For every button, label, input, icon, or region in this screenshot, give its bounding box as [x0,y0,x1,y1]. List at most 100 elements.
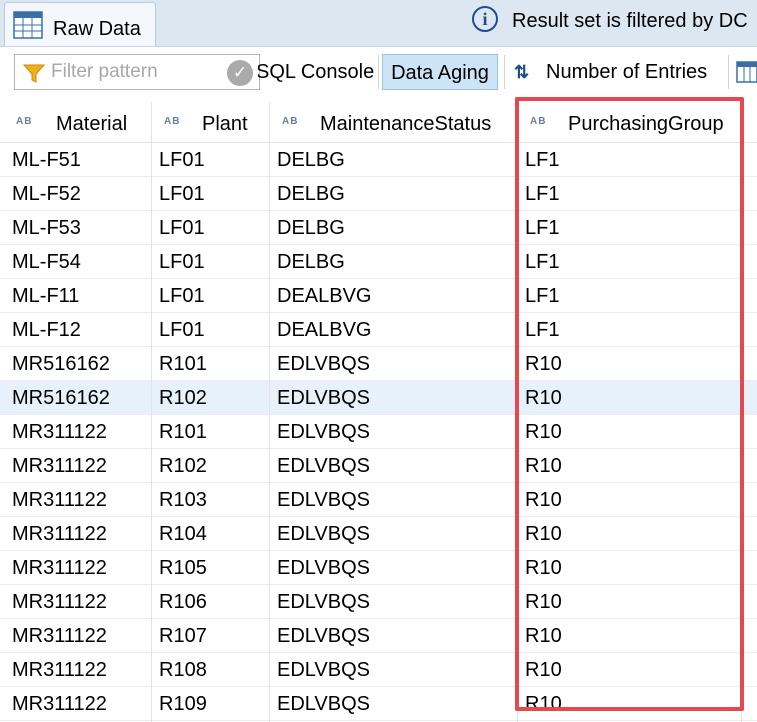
table-row[interactable]: MR311122 R103 EDLVBQS R10 [0,483,757,517]
sql-console-button[interactable]: SQL Console [258,54,374,90]
filter-box: ✓ [14,54,260,90]
table-row[interactable]: ML-F53 LF01 DELBG LF1 [0,211,757,245]
cell-maintenance-status: EDLVBQS [277,387,370,409]
table-row[interactable]: MR311122 R109 EDLVBQS R10 [0,687,757,721]
column-header-label: Material [56,113,128,135]
cell-plant: R102 [159,387,207,409]
cell-purchasing-group: R10 [525,523,562,545]
column-header-label: Plant [202,113,248,135]
number-of-entries-button[interactable]: ⇅ Number of Entries [510,54,720,90]
cell-plant: R101 [159,421,207,443]
cell-material: ML-F12 [12,319,81,341]
column-header-purchasing-group[interactable]: AB PurchasingGroup [518,102,742,142]
cell-material: MR311122 [12,557,107,579]
cell-material: MR311122 [12,659,107,681]
table-view-icon[interactable] [736,61,757,83]
tab-label: Raw Data [53,18,141,40]
table-row[interactable]: MR311122 R106 EDLVBQS R10 [0,585,757,619]
table-row[interactable]: MR311122 R108 EDLVBQS R10 [0,653,757,687]
cell-material: ML-F52 [12,183,81,205]
cell-plant: LF01 [159,319,205,341]
column-header-label: MaintenanceStatus [320,113,492,135]
cell-maintenance-status: DELBG [277,251,345,273]
cell-material: MR311122 [12,455,107,477]
table-row[interactable]: MR516162 R101 EDLVBQS R10 [0,347,757,381]
cell-plant: R103 [159,489,207,511]
apply-filter-check-icon[interactable]: ✓ [227,60,253,86]
cell-plant: LF01 [159,251,205,273]
table-row[interactable]: ML-F12 LF01 DEALBVG LF1 [0,313,757,347]
filter-info-message: i Result set is filtered by DC [472,6,757,36]
cell-material: MR516162 [12,387,110,409]
cell-plant: R104 [159,523,207,545]
table-row[interactable]: ML-F11 LF01 DEALBVG LF1 [0,279,757,313]
table-row[interactable]: MR311122 R105 EDLVBQS R10 [0,551,757,585]
cell-plant: R108 [159,659,207,681]
info-icon: i [472,6,498,32]
cell-maintenance-status: EDLVBQS [277,489,370,511]
column-divider [741,142,742,722]
table-header: AB Material AB Plant AB MaintenanceStatu… [0,102,757,143]
cell-purchasing-group: R10 [525,455,562,477]
cell-maintenance-status: EDLVBQS [277,591,370,613]
data-aging-button[interactable]: Data Aging [382,54,498,90]
cell-maintenance-status: EDLVBQS [277,421,370,443]
cell-maintenance-status: EDLVBQS [277,523,370,545]
cell-plant: LF01 [159,217,205,239]
tab-raw-data[interactable]: Raw Data [4,2,156,46]
string-type-icon: AB [282,116,299,127]
cell-plant: R106 [159,591,207,613]
sort-entries-icon: ⇅ [514,62,530,82]
column-header-maintenance-status[interactable]: AB MaintenanceStatus [270,102,518,142]
cell-purchasing-group: R10 [525,591,562,613]
table-row[interactable]: MR311122 R104 EDLVBQS R10 [0,517,757,551]
cell-maintenance-status: DELBG [277,183,345,205]
cell-purchasing-group: R10 [525,693,562,715]
cell-plant: R101 [159,353,207,375]
cell-maintenance-status: EDLVBQS [277,659,370,681]
toolbar-separator [504,55,505,89]
toolbar: ✓ SQL Console Data Aging ⇅ Number of Ent… [0,47,757,101]
cell-material: MR516162 [12,353,110,375]
number-of-entries-label: Number of Entries [546,61,708,83]
cell-maintenance-status: DELBG [277,217,345,239]
filter-pattern-input[interactable] [51,60,219,84]
cell-plant: LF01 [159,183,205,205]
sql-console-label: SQL Console [258,61,374,83]
cell-maintenance-status: EDLVBQS [277,693,370,715]
table-row[interactable]: MR311122 R107 EDLVBQS R10 [0,619,757,653]
cell-material: ML-F53 [12,217,81,239]
table-row[interactable]: ML-F54 LF01 DELBG LF1 [0,245,757,279]
cell-purchasing-group: R10 [525,625,562,647]
cell-material: MR311122 [12,421,107,443]
cell-maintenance-status: EDLVBQS [277,353,370,375]
cell-purchasing-group: LF1 [525,319,560,341]
cell-plant: LF01 [159,149,205,171]
cell-maintenance-status: DEALBVG [277,285,372,307]
column-header-material[interactable]: AB Material [0,102,152,142]
cell-plant: R109 [159,693,207,715]
cell-maintenance-status: DEALBVG [277,319,372,341]
cell-purchasing-group: LF1 [525,183,560,205]
column-header-plant[interactable]: AB Plant [152,102,270,142]
cell-maintenance-status: EDLVBQS [277,557,370,579]
info-text: Result set is filtered by DC [512,10,748,32]
cell-plant: R105 [159,557,207,579]
table-row[interactable]: MR516162 R102 EDLVBQS R10 [0,381,757,415]
cell-material: ML-F51 [12,149,81,171]
string-type-icon: AB [530,116,547,127]
table-row[interactable]: MR311122 R101 EDLVBQS R10 [0,415,757,449]
tab-bar: Raw Data i Result set is filtered by DC [0,0,757,47]
cell-plant: R107 [159,625,207,647]
cell-maintenance-status: DELBG [277,149,345,171]
table-row[interactable]: MR311122 R102 EDLVBQS R10 [0,449,757,483]
cell-material: MR311122 [12,625,107,647]
column-header-label: PurchasingGroup [568,113,724,135]
column-divider [151,142,152,722]
table-row[interactable]: ML-F51 LF01 DELBG LF1 [0,143,757,177]
table-row[interactable]: ML-F52 LF01 DELBG LF1 [0,177,757,211]
cell-purchasing-group: R10 [525,353,562,375]
filter-funnel-icon [22,64,46,89]
cell-material: ML-F54 [12,251,81,273]
cell-purchasing-group: LF1 [525,285,560,307]
